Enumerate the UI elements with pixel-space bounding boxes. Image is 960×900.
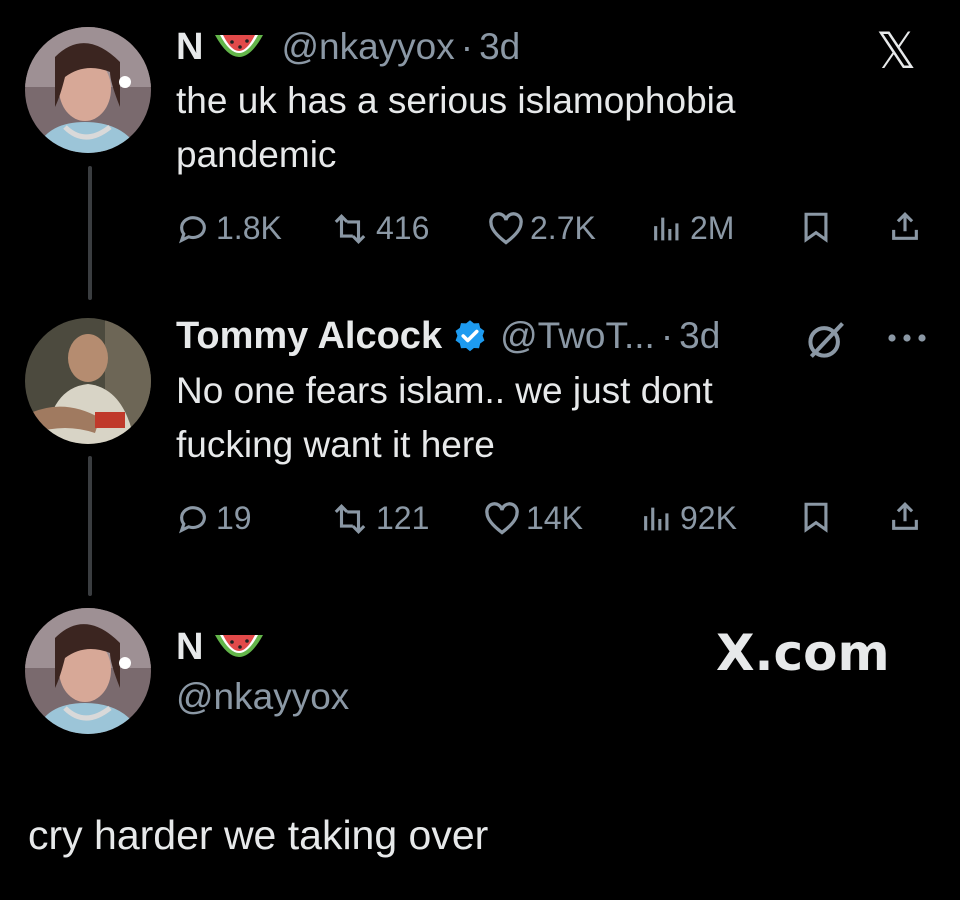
views-icon xyxy=(644,507,669,530)
like-icon xyxy=(489,211,523,245)
reply-icon xyxy=(178,505,206,533)
reply-count: 19 xyxy=(216,500,252,536)
display-name[interactable]: N xyxy=(176,26,203,69)
avatar-nkayyox[interactable] xyxy=(25,608,151,734)
caption-text: cry harder we taking over xyxy=(28,812,489,858)
repost-icon xyxy=(334,213,366,244)
repost-icon xyxy=(334,503,366,534)
profile-handle[interactable]: @nkayyox xyxy=(176,676,349,718)
avatar-image xyxy=(25,318,151,444)
like-icon xyxy=(485,501,519,535)
views-icon xyxy=(654,217,679,240)
views-count: 92K xyxy=(680,500,737,536)
profile-name-row: N xyxy=(176,624,265,670)
repost-count: 121 xyxy=(376,500,430,536)
separator-dot: · xyxy=(660,315,674,356)
like-button[interactable]: 2.7K xyxy=(488,210,596,247)
verified-badge-icon xyxy=(452,318,488,354)
views-button[interactable]: 92K xyxy=(640,500,737,537)
display-name[interactable]: Tommy Alcock xyxy=(176,315,442,358)
tweet1-actions: 1.8K 416 2.7K 2M xyxy=(0,210,960,250)
avatar-tommy-alcock[interactable] xyxy=(25,318,151,444)
reply-button[interactable]: 19 xyxy=(176,500,252,537)
watermelon-icon xyxy=(213,27,265,67)
tweet-text-line: fucking want it here xyxy=(176,424,495,465)
reply-icon xyxy=(178,215,206,243)
more-icon[interactable] xyxy=(884,330,930,351)
bookmark-icon xyxy=(804,502,828,533)
tweet2-text: No one fears islam.. we just dont fuckin… xyxy=(176,364,713,472)
share-button[interactable] xyxy=(888,500,922,534)
like-count: 2.7K xyxy=(530,210,596,246)
tweet-text-line: No one fears islam.. we just dont xyxy=(176,370,713,411)
grok-icon[interactable] xyxy=(804,318,848,367)
bookmark-icon xyxy=(804,212,828,243)
share-button[interactable] xyxy=(888,210,922,244)
bookmark-button[interactable] xyxy=(800,210,832,244)
handle[interactable]: @nkayyox xyxy=(281,26,454,68)
tweet-text-line: the uk has a serious islamophobia xyxy=(176,80,736,121)
timestamp[interactable]: 3d xyxy=(679,315,720,357)
separator-dot: · xyxy=(460,26,474,67)
x-logo: 𝕏 xyxy=(876,22,917,80)
tweet-text-line: pandemic xyxy=(176,134,337,175)
views-count: 2M xyxy=(690,210,735,246)
avatar-nkayyox[interactable] xyxy=(25,27,151,153)
tweet2-actions: 19 121 14K 92K xyxy=(0,500,960,540)
tweet1-text: the uk has a serious islamophobia pandem… xyxy=(176,74,735,182)
like-button[interactable]: 14K xyxy=(484,500,583,537)
bookmark-button[interactable] xyxy=(800,500,832,534)
views-button[interactable]: 2M xyxy=(650,210,734,247)
repost-button[interactable]: 416 xyxy=(330,210,429,247)
xcom-watermark: X.com xyxy=(716,624,890,682)
tweet2-header: Tommy Alcock @TwoT... · 3d xyxy=(176,313,720,359)
repost-button[interactable]: 121 xyxy=(330,500,429,537)
timestamp[interactable]: 3d xyxy=(479,26,520,68)
avatar-image xyxy=(25,27,151,153)
repost-count: 416 xyxy=(376,210,430,246)
reply-count: 1.8K xyxy=(216,210,282,246)
share-icon xyxy=(892,502,918,530)
reply-button[interactable]: 1.8K xyxy=(176,210,282,247)
avatar-image xyxy=(25,608,151,734)
tweet1-header: N @nkayyox · 3d xyxy=(176,24,520,70)
display-name[interactable]: N xyxy=(176,626,203,669)
share-icon xyxy=(892,212,918,240)
handle[interactable]: @TwoT... xyxy=(500,315,655,357)
watermelon-icon xyxy=(213,627,265,667)
like-count: 14K xyxy=(526,500,583,536)
